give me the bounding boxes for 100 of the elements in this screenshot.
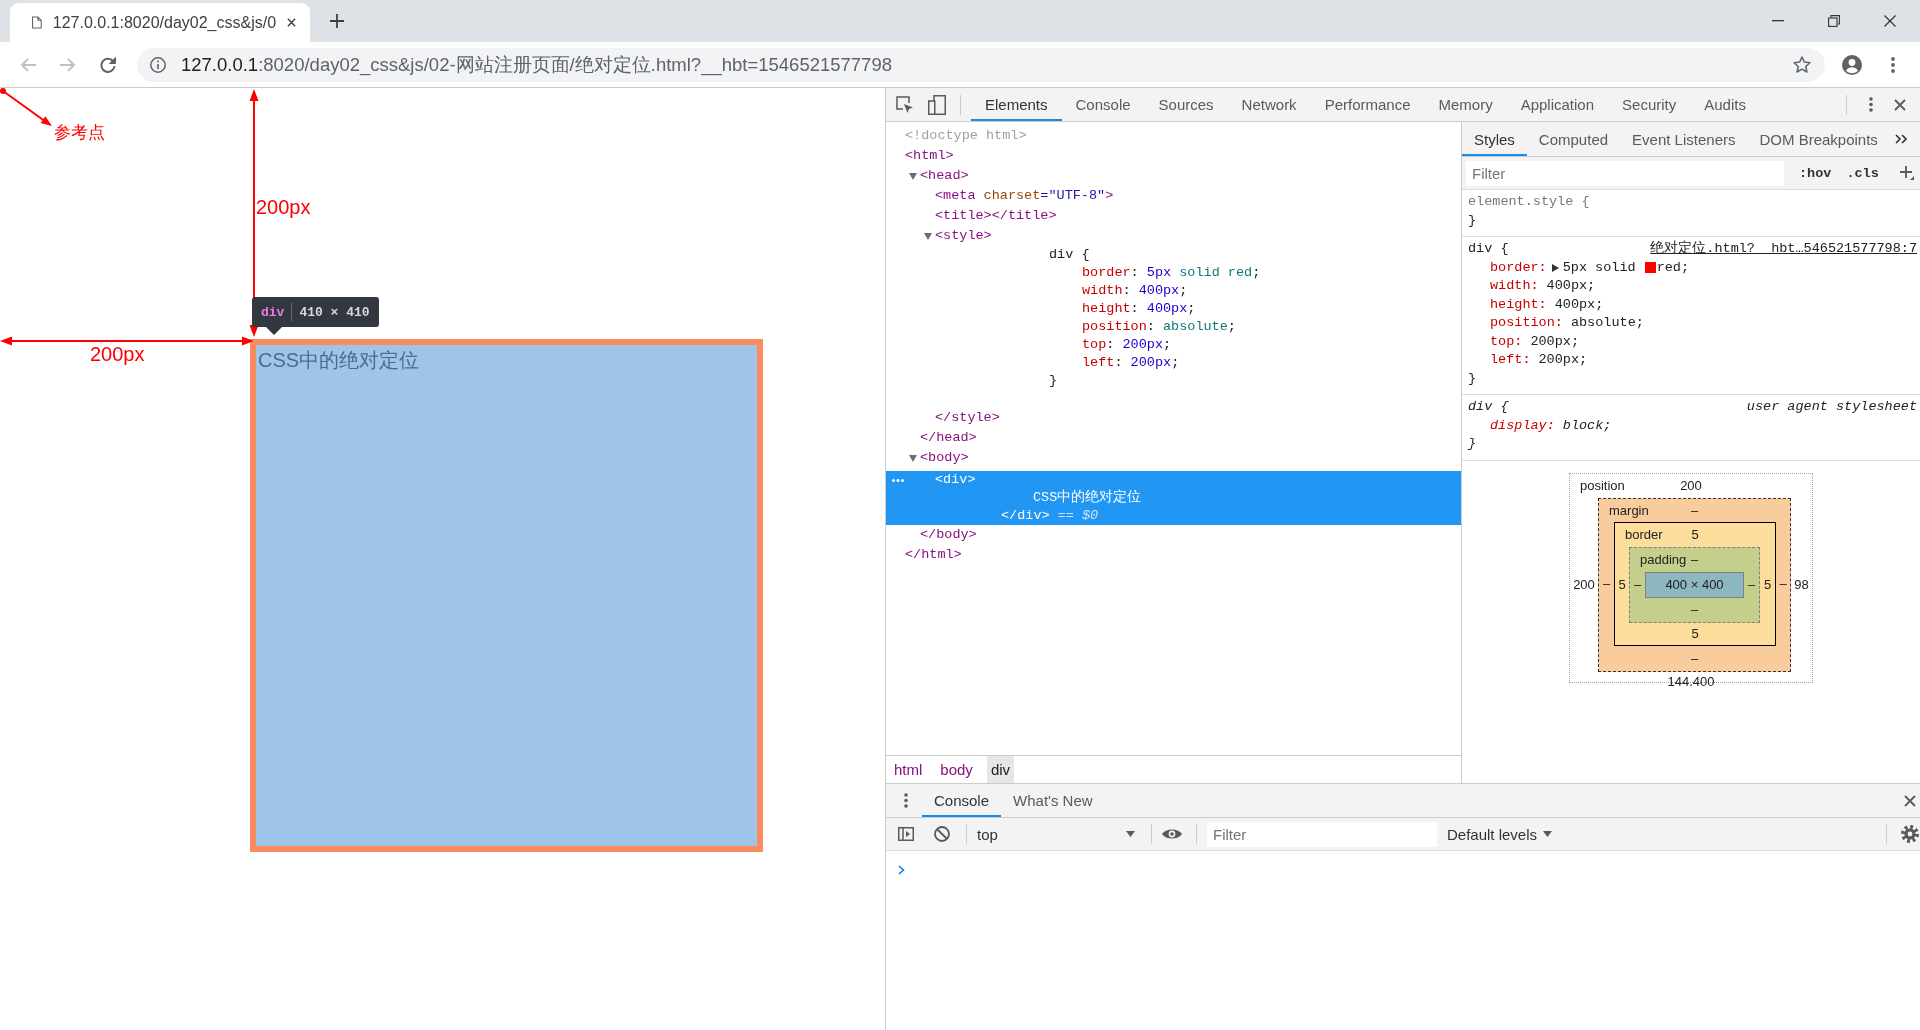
close-icon[interactable] — [1904, 794, 1916, 807]
css-property-value[interactable]: 5px solid — [1562, 258, 1636, 277]
css-code-line: border: 5px solid red; — [1082, 264, 1261, 282]
element-tag[interactable]: <meta charset="UTF-8"> — [935, 186, 1114, 206]
ellipsis-icon[interactable] — [892, 479, 904, 482]
css-property-value[interactable]: 400px; — [1546, 277, 1596, 296]
prompt-chevron-icon[interactable] — [898, 865, 905, 875]
box-value: 200 — [1573, 577, 1595, 592]
plus-icon[interactable] — [330, 14, 344, 28]
more-options-icon[interactable] — [1869, 97, 1873, 112]
chevrons-icon[interactable] — [1895, 134, 1907, 144]
box-value: – — [1690, 602, 1699, 617]
sidebar-tab[interactable]: Computed — [1526, 122, 1621, 156]
devtools-tab[interactable]: Console — [1061, 88, 1145, 121]
devtools-tab[interactable]: Security — [1608, 88, 1691, 121]
css-selector[interactable]: element.style { — [1468, 193, 1590, 212]
filter-input[interactable]: Filter — [1207, 821, 1437, 847]
box-label: padding — [1639, 552, 1687, 567]
css-property-value[interactable]: block; — [1562, 416, 1612, 435]
css-property-name[interactable]: position: — [1490, 314, 1563, 333]
box-value: 5 — [1763, 577, 1772, 592]
css-code-line: div { — [1049, 246, 1090, 264]
eye-icon[interactable] — [1162, 828, 1182, 840]
css-property-name[interactable]: border: — [1490, 258, 1547, 277]
element-tag[interactable]: <html> — [905, 146, 954, 166]
reload-icon[interactable] — [100, 56, 116, 73]
element-tag[interactable]: <title></title> — [935, 206, 1057, 226]
account-icon[interactable] — [1842, 54, 1862, 75]
closing-brace: } — [1468, 212, 1477, 228]
breadcrumb-item[interactable]: div — [986, 756, 1015, 783]
box-value: 5 — [1691, 527, 1699, 542]
restore-icon[interactable] — [1828, 15, 1840, 27]
css-property-value[interactable]: 400px; — [1554, 295, 1604, 314]
element-size: 410 × 410 — [299, 304, 370, 320]
div-text: CSS中的绝对定位 — [258, 348, 420, 373]
color-swatch-icon[interactable] — [1644, 262, 1656, 274]
info-icon[interactable] — [150, 56, 166, 73]
breadcrumb-item[interactable]: body — [936, 756, 977, 783]
context-select[interactable]: top — [977, 825, 1141, 843]
more-options-icon[interactable] — [904, 793, 908, 808]
leader-arrow — [2, 90, 52, 126]
devtools-tab[interactable]: Audits — [1690, 88, 1760, 121]
inspect-icon[interactable] — [896, 95, 914, 114]
filter-input[interactable]: Filter — [1466, 160, 1784, 186]
box-value: – — [1690, 502, 1699, 518]
box-value: – — [1779, 576, 1787, 591]
sidebar-tab[interactable]: Event Listeners — [1620, 122, 1748, 156]
css-code-line: left: 200px; — [1082, 354, 1180, 372]
devtools-tab[interactable]: Sources — [1144, 88, 1228, 121]
css-property-value[interactable]: 200px; — [1530, 332, 1579, 351]
device-toolbar-icon[interactable] — [928, 94, 946, 115]
star-icon[interactable] — [1793, 56, 1811, 73]
close-icon[interactable] — [1884, 15, 1896, 27]
element-tag[interactable]: <body> — [920, 448, 969, 468]
devtools-tab[interactable]: Performance — [1310, 88, 1425, 121]
element-tag[interactable]: <head> — [920, 166, 969, 186]
expand-triangle-icon[interactable] — [1551, 263, 1559, 272]
close-icon[interactable] — [1894, 98, 1906, 111]
toggle-button[interactable]: :hov — [1799, 165, 1832, 181]
devtools-tab[interactable]: Network — [1227, 88, 1311, 121]
breadcrumb-item[interactable]: html — [890, 756, 927, 783]
minimize-icon[interactable] — [1772, 20, 1784, 22]
box-value: – — [1690, 650, 1699, 666]
css-property-value[interactable]: 200px; — [1538, 351, 1588, 370]
box-value: 144.400 — [1667, 672, 1715, 691]
source-link[interactable]: 绝对定位.html?__hbt…546521577798:7 — [1650, 240, 1917, 259]
css-property-name[interactable]: height: — [1490, 295, 1547, 314]
element-tag: </style> — [935, 408, 1000, 428]
box-label: margin — [1608, 502, 1649, 518]
element-tag[interactable]: <style> — [935, 226, 992, 246]
sidebar-tab[interactable]: DOM Breakpoints — [1747, 122, 1890, 156]
devtools-tab[interactable]: Elements — [971, 88, 1062, 121]
clear-console-icon[interactable] — [934, 826, 950, 842]
text-content: CSS中的绝对定位 — [1033, 489, 1142, 507]
css-property-name[interactable]: display: — [1490, 416, 1555, 435]
devtools-tab[interactable]: Application — [1506, 88, 1609, 121]
css-property-value[interactable]: red; — [1656, 258, 1690, 277]
box-value: – — [1747, 577, 1756, 592]
sidebar-toggle-icon[interactable] — [898, 827, 914, 841]
css-selector[interactable]: div { — [1468, 398, 1509, 417]
css-property-name[interactable]: top: — [1490, 332, 1523, 351]
drawer-tab[interactable]: What's New — [1001, 784, 1105, 817]
css-property-name[interactable]: width: — [1490, 277, 1539, 296]
point-marker-icon — [0, 88, 6, 94]
reference-point-label: 参考点 — [54, 122, 105, 144]
css-property-value[interactable]: absolute; — [1570, 314, 1644, 333]
browser-tab[interactable]: 127.0.0.1:8020/day02_css&js/0 — [10, 3, 310, 42]
address-bar[interactable]: 127.0.0.1:8020/day02_css&js/02-网站注册页面/绝对定位.html?__hbt=1546521577798 — [137, 47, 1825, 82]
log-levels-dropdown[interactable]: Default levels — [1447, 825, 1553, 843]
toggle-button[interactable]: .cls — [1846, 165, 1879, 181]
settings-icon[interactable] — [1901, 825, 1919, 843]
close-icon[interactable] — [287, 17, 296, 28]
devtools-tab[interactable]: Memory — [1424, 88, 1507, 121]
css-selector[interactable]: div { — [1468, 240, 1509, 259]
tag-name: div — [261, 304, 285, 320]
element-tag: </body> — [920, 525, 977, 545]
css-property-name[interactable]: left: — [1490, 351, 1531, 370]
plus-icon[interactable] — [1900, 166, 1914, 180]
stylesheet-origin-label: user agent stylesheet — [1746, 398, 1917, 416]
menu-icon[interactable] — [1891, 56, 1895, 73]
